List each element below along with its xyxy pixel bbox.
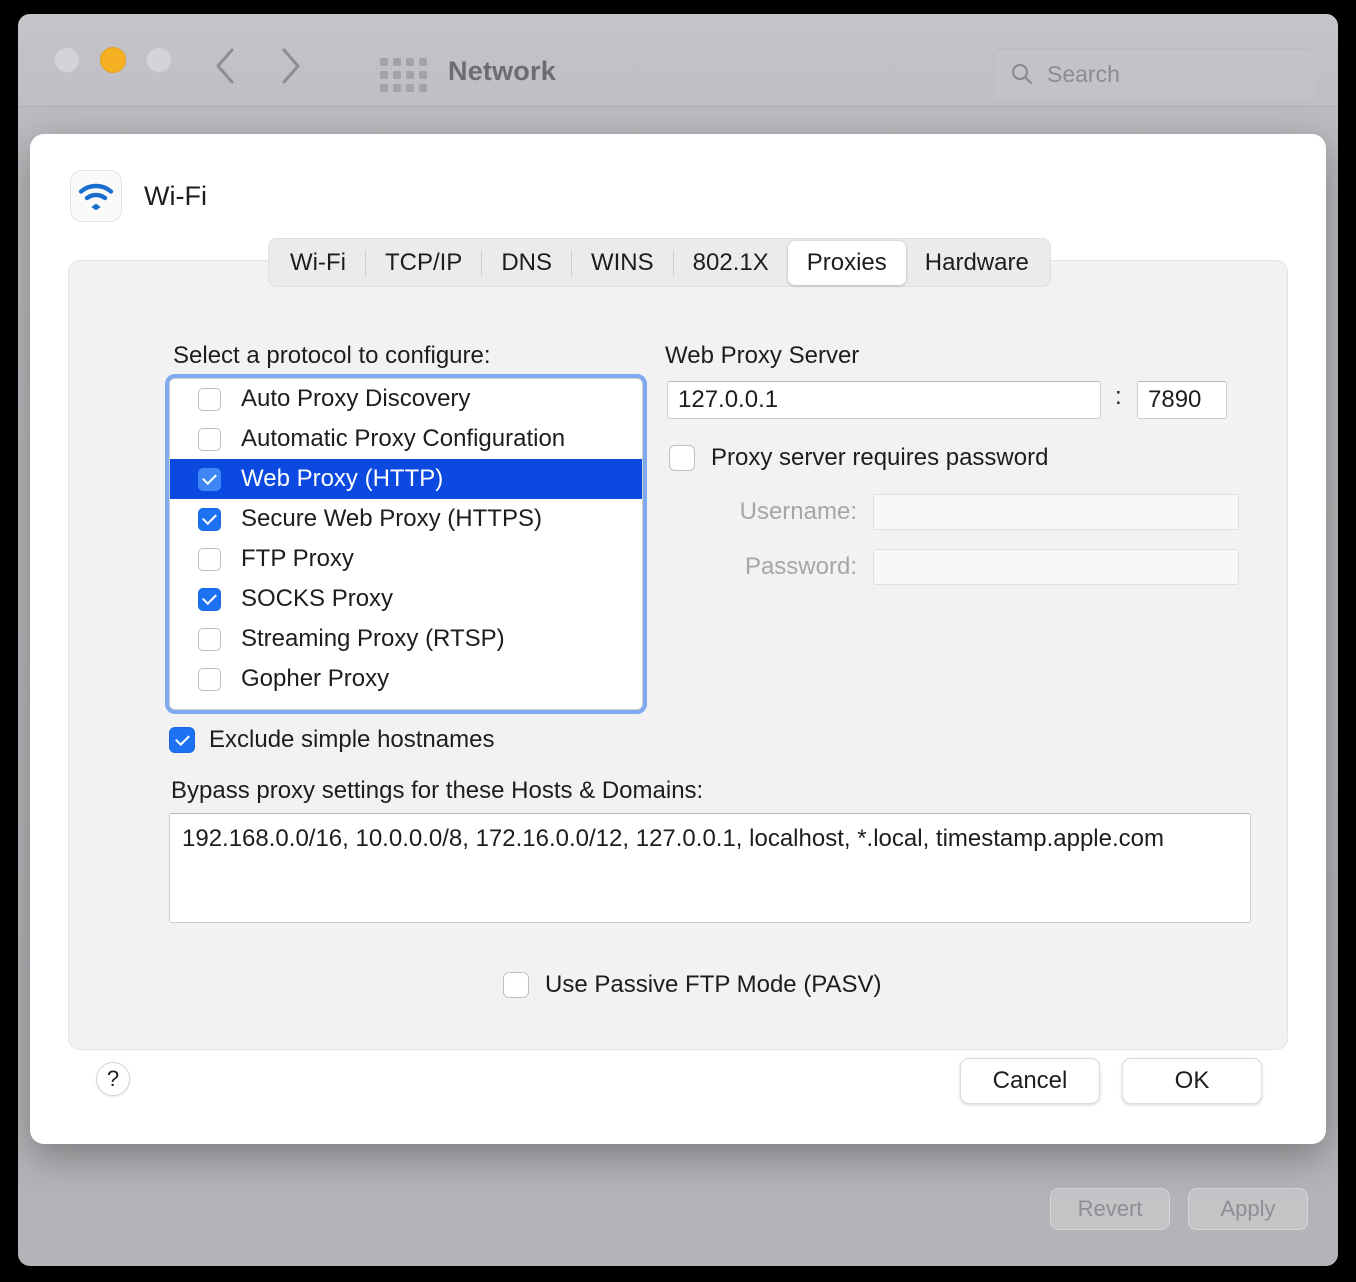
tab-proxies[interactable]: Proxies bbox=[788, 241, 906, 285]
protocol-list[interactable]: Auto Proxy Discovery Automatic Proxy Con… bbox=[169, 378, 643, 710]
proxy-host-input[interactable]: 127.0.0.1 bbox=[667, 381, 1101, 419]
protocol-label: Gopher Proxy bbox=[241, 665, 389, 693]
tab-hardware[interactable]: Hardware bbox=[906, 241, 1048, 285]
traffic-lights bbox=[54, 47, 172, 73]
protocol-row-auto-proxy-discovery[interactable]: Auto Proxy Discovery bbox=[170, 379, 642, 419]
navigation-arrows bbox=[214, 47, 302, 85]
protocol-checkbox[interactable] bbox=[198, 468, 221, 491]
protocol-label: Automatic Proxy Configuration bbox=[241, 425, 565, 453]
protocol-checkbox[interactable] bbox=[198, 508, 221, 531]
bypass-hosts-textarea[interactable]: 192.168.0.0/16, 10.0.0.0/8, 172.16.0.0/1… bbox=[169, 813, 1251, 923]
close-button[interactable] bbox=[54, 47, 80, 73]
password-label: Password: bbox=[669, 553, 873, 581]
proxies-panel: Select a protocol to configure: Auto Pro… bbox=[68, 260, 1288, 1050]
search-placeholder: Search bbox=[1047, 61, 1120, 88]
tab-tcpip[interactable]: TCP/IP bbox=[366, 241, 481, 285]
exclude-simple-hostnames-checkbox[interactable] bbox=[169, 727, 195, 753]
proxies-sheet: Wi-Fi Wi-Fi TCP/IP DNS WINS 802.1X Proxi… bbox=[30, 134, 1326, 1144]
revert-button[interactable]: Revert bbox=[1050, 1188, 1170, 1230]
protocol-checkbox[interactable] bbox=[198, 668, 221, 691]
protocol-label: Streaming Proxy (RTSP) bbox=[241, 625, 505, 653]
protocol-row-socks-proxy[interactable]: SOCKS Proxy bbox=[170, 579, 642, 619]
password-row: Password: bbox=[669, 549, 1239, 585]
search-field[interactable]: Search bbox=[992, 48, 1316, 100]
tab-wins[interactable]: WINS bbox=[572, 241, 673, 285]
password-input[interactable] bbox=[873, 549, 1239, 585]
tab-wifi[interactable]: Wi-Fi bbox=[271, 241, 365, 285]
protocol-checkbox[interactable] bbox=[198, 388, 221, 411]
username-input[interactable] bbox=[873, 494, 1239, 530]
minimize-button[interactable] bbox=[100, 47, 126, 73]
passive-ftp-row[interactable]: Use Passive FTP Mode (PASV) bbox=[503, 971, 882, 999]
protocol-label: SOCKS Proxy bbox=[241, 585, 393, 613]
protocol-label: Auto Proxy Discovery bbox=[241, 385, 470, 413]
protocol-row-web-proxy-http[interactable]: Web Proxy (HTTP) bbox=[170, 459, 642, 499]
host-port-separator: : bbox=[1115, 383, 1122, 411]
interface-header: Wi-Fi bbox=[70, 170, 207, 222]
protocol-checkbox[interactable] bbox=[198, 428, 221, 451]
wifi-icon bbox=[70, 170, 122, 222]
exclude-simple-hostnames-label: Exclude simple hostnames bbox=[209, 726, 494, 754]
tab-dns[interactable]: DNS bbox=[482, 241, 571, 285]
interface-name: Wi-Fi bbox=[144, 181, 207, 212]
protocol-row-streaming-proxy-rtsp[interactable]: Streaming Proxy (RTSP) bbox=[170, 619, 642, 659]
protocol-label: Web Proxy (HTTP) bbox=[241, 465, 443, 493]
protocol-label: Secure Web Proxy (HTTPS) bbox=[241, 505, 542, 533]
requires-password-label: Proxy server requires password bbox=[711, 444, 1048, 472]
username-row: Username: bbox=[669, 494, 1239, 530]
help-button[interactable]: ? bbox=[96, 1062, 130, 1096]
protocol-checkbox[interactable] bbox=[198, 628, 221, 651]
bypass-title: Bypass proxy settings for these Hosts & … bbox=[171, 777, 703, 805]
protocol-row-automatic-proxy-configuration[interactable]: Automatic Proxy Configuration bbox=[170, 419, 642, 459]
protocol-checkbox[interactable] bbox=[198, 548, 221, 571]
exclude-simple-hostnames-row[interactable]: Exclude simple hostnames bbox=[169, 726, 494, 754]
username-label: Username: bbox=[669, 498, 873, 526]
proxy-port-input[interactable]: 7890 bbox=[1137, 381, 1227, 419]
protocol-list-title: Select a protocol to configure: bbox=[173, 342, 491, 370]
requires-password-checkbox[interactable] bbox=[669, 445, 695, 471]
protocol-row-secure-web-proxy-https[interactable]: Secure Web Proxy (HTTPS) bbox=[170, 499, 642, 539]
server-section-title: Web Proxy Server bbox=[665, 342, 859, 370]
window-toolbar: Network Search bbox=[18, 14, 1338, 107]
passive-ftp-label: Use Passive FTP Mode (PASV) bbox=[545, 971, 882, 999]
tab-bar: Wi-Fi TCP/IP DNS WINS 802.1X Proxies Har… bbox=[268, 238, 1051, 287]
apply-button[interactable]: Apply bbox=[1188, 1188, 1308, 1230]
ok-button[interactable]: OK bbox=[1122, 1058, 1262, 1104]
window-title: Network bbox=[448, 56, 556, 87]
chevron-right-icon[interactable] bbox=[280, 47, 302, 85]
passive-ftp-checkbox[interactable] bbox=[503, 972, 529, 998]
protocol-row-ftp-proxy[interactable]: FTP Proxy bbox=[170, 539, 642, 579]
cancel-button[interactable]: Cancel bbox=[960, 1058, 1100, 1104]
protocol-row-gopher-proxy[interactable]: Gopher Proxy bbox=[170, 659, 642, 699]
sheet-footer-buttons: Cancel OK bbox=[960, 1058, 1262, 1104]
protocol-checkbox[interactable] bbox=[198, 588, 221, 611]
tab-8021x[interactable]: 802.1X bbox=[674, 241, 788, 285]
show-all-grid-icon[interactable] bbox=[380, 58, 427, 92]
chevron-left-icon[interactable] bbox=[214, 47, 236, 85]
requires-password-row[interactable]: Proxy server requires password bbox=[669, 444, 1048, 472]
window-footer-buttons: Revert Apply bbox=[1050, 1188, 1308, 1230]
protocol-label: FTP Proxy bbox=[241, 545, 354, 573]
zoom-button[interactable] bbox=[146, 47, 172, 73]
search-icon bbox=[1010, 62, 1034, 86]
